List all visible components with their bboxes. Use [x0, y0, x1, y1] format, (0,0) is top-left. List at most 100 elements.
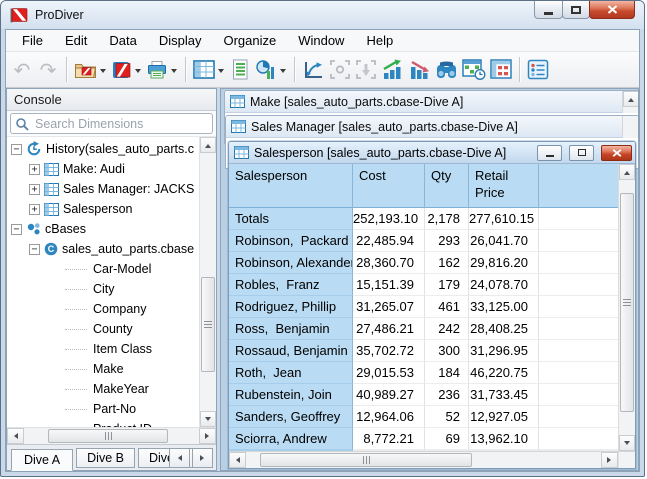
data-cell[interactable]: 242 [425, 318, 469, 340]
tree-item[interactable]: Make [7, 359, 199, 379]
report-display-button[interactable] [227, 55, 253, 85]
data-cell[interactable]: 33,125.00 [469, 296, 539, 318]
scroll-thumb[interactable] [620, 193, 634, 412]
salesperson-window[interactable]: Salesperson [sales_auto_parts.cbase-Dive… [228, 141, 636, 469]
row-label-cell[interactable]: Rodriguez, Phillip [229, 296, 353, 318]
swap-axes-button[interactable] [300, 55, 327, 85]
data-cell[interactable]: 12,927.05 [469, 406, 539, 428]
data-cell[interactable]: 31,296.95 [469, 340, 539, 362]
search-box[interactable] [10, 113, 213, 134]
menu-file[interactable]: File [11, 33, 54, 48]
table-horizontal-scrollbar[interactable] [229, 452, 618, 468]
data-cell[interactable]: 8,772.21 [353, 428, 425, 450]
data-cell[interactable]: 15,151.39 [353, 274, 425, 296]
data-cell[interactable]: 35,702.72 [353, 340, 425, 362]
menu-help[interactable]: Help [355, 33, 404, 48]
tree-item[interactable]: −Csales_auto_parts.cbase [7, 239, 199, 259]
menu-display[interactable]: Display [148, 33, 213, 48]
tree-item[interactable]: Product ID [7, 419, 199, 427]
tree-item[interactable]: +Salesperson [7, 199, 199, 219]
scroll-thumb[interactable] [260, 453, 472, 467]
tree-item[interactable]: MakeYear [7, 379, 199, 399]
tree-item[interactable]: −History(sales_auto_parts.c [7, 139, 199, 159]
graph-display-button[interactable] [253, 55, 289, 85]
data-cell[interactable]: 31,265.07 [353, 296, 425, 318]
scroll-down-button[interactable] [200, 411, 216, 427]
column-header[interactable]: Retail Price [469, 164, 539, 208]
data-cell[interactable]: 31,733.45 [469, 384, 539, 406]
tree-item[interactable]: Company [7, 299, 199, 319]
column-header[interactable]: Cost [353, 164, 425, 208]
save-marker-button[interactable] [109, 55, 144, 85]
data-cell[interactable]: 40,989.27 [353, 384, 425, 406]
minimize-button[interactable] [537, 145, 562, 161]
sales-manager-window-scrollbar[interactable] [622, 116, 639, 138]
data-cell[interactable]: 300 [425, 340, 469, 362]
menu-organize[interactable]: Organize [212, 33, 287, 48]
console-toggle-button[interactable] [525, 55, 551, 85]
print-button[interactable] [144, 55, 180, 85]
tree-item[interactable]: Item Class [7, 339, 199, 359]
row-label-cell[interactable]: Rossaud, Benjamin [229, 340, 353, 362]
data-cell[interactable]: 46,220.75 [469, 362, 539, 384]
time-series-display-button[interactable] [460, 55, 488, 85]
scroll-thumb[interactable] [201, 277, 215, 372]
row-label-cell[interactable]: Robinson, Alexander [229, 252, 353, 274]
scroll-right-button[interactable] [199, 428, 216, 444]
scroll-thumb[interactable] [48, 429, 168, 443]
data-cell[interactable]: 22,485.94 [353, 230, 425, 252]
sales-manager-window-title-bar[interactable]: Sales Manager [sales_auto_parts.cbase-Di… [226, 116, 622, 138]
data-cell[interactable]: 2,178 [425, 208, 469, 230]
minimize-button[interactable] [534, 1, 563, 19]
tab-dive-b[interactable]: Dive B [76, 448, 135, 468]
scroll-up-button[interactable] [623, 91, 639, 107]
tabs-next-button[interactable] [192, 448, 213, 468]
data-cell[interactable]: 461 [425, 296, 469, 318]
data-cell[interactable]: 28,360.70 [353, 252, 425, 274]
data-cell[interactable]: 28,408.25 [469, 318, 539, 340]
tree-item[interactable]: −cBases [7, 219, 199, 239]
data-cell[interactable]: 24,078.70 [469, 274, 539, 296]
data-cell[interactable]: 52 [425, 406, 469, 428]
tree-vertical-scrollbar[interactable] [199, 137, 216, 427]
data-cell[interactable]: 277,610.15 [469, 208, 539, 230]
find-button[interactable] [433, 55, 460, 85]
expand-box-icon[interactable]: + [29, 204, 40, 215]
open-dive-file-button[interactable] [72, 55, 109, 85]
data-cell[interactable]: 162 [425, 252, 469, 274]
tree-item[interactable]: City [7, 279, 199, 299]
data-cell[interactable]: 236 [425, 384, 469, 406]
row-label-cell[interactable]: Roth, Jean [229, 362, 353, 384]
row-label-cell[interactable]: Rubenstein, Join [229, 384, 353, 406]
data-cell[interactable]: 12,964.06 [353, 406, 425, 428]
expand-box-icon[interactable]: + [29, 184, 40, 195]
row-label-cell[interactable]: Ross, Benjamin [229, 318, 353, 340]
search-input[interactable] [33, 116, 208, 132]
salesperson-window-title-bar[interactable]: Salesperson [sales_auto_parts.cbase-Dive… [229, 142, 635, 164]
make-window-scrollbar[interactable] [622, 91, 639, 113]
collapse-box-icon[interactable]: − [11, 144, 22, 155]
data-cell[interactable]: 26,041.70 [469, 230, 539, 252]
expand-box-icon[interactable]: + [29, 164, 40, 175]
column-header[interactable]: Salesperson [229, 164, 353, 208]
tree-item[interactable]: +Make: Audi [7, 159, 199, 179]
tab-dive-a[interactable]: Dive A [11, 449, 73, 471]
data-cell[interactable]: 29,015.53 [353, 362, 425, 384]
scroll-left-button[interactable] [229, 452, 246, 468]
tree-item[interactable]: County [7, 319, 199, 339]
maximize-button[interactable] [569, 145, 594, 161]
row-label-cell[interactable]: Totals [229, 208, 353, 230]
row-label-cell[interactable]: Sciorra, Andrew [229, 428, 353, 450]
close-button[interactable] [589, 1, 635, 19]
collapse-box-icon[interactable]: − [11, 224, 22, 235]
menu-edit[interactable]: Edit [54, 33, 98, 48]
tree-item[interactable]: +Sales Manager: JACKS [7, 179, 199, 199]
make-window-title-bar[interactable]: Make [sales_auto_parts.cbase-Dive A] [225, 91, 622, 113]
data-cell[interactable]: 252,193.10 [353, 208, 425, 230]
scroll-right-button[interactable] [601, 452, 618, 468]
scroll-up-button[interactable] [200, 137, 216, 153]
scroll-down-button[interactable] [619, 435, 635, 451]
tabular-display-button[interactable] [191, 55, 227, 85]
close-button[interactable] [601, 145, 632, 161]
maximize-button[interactable] [562, 1, 590, 19]
